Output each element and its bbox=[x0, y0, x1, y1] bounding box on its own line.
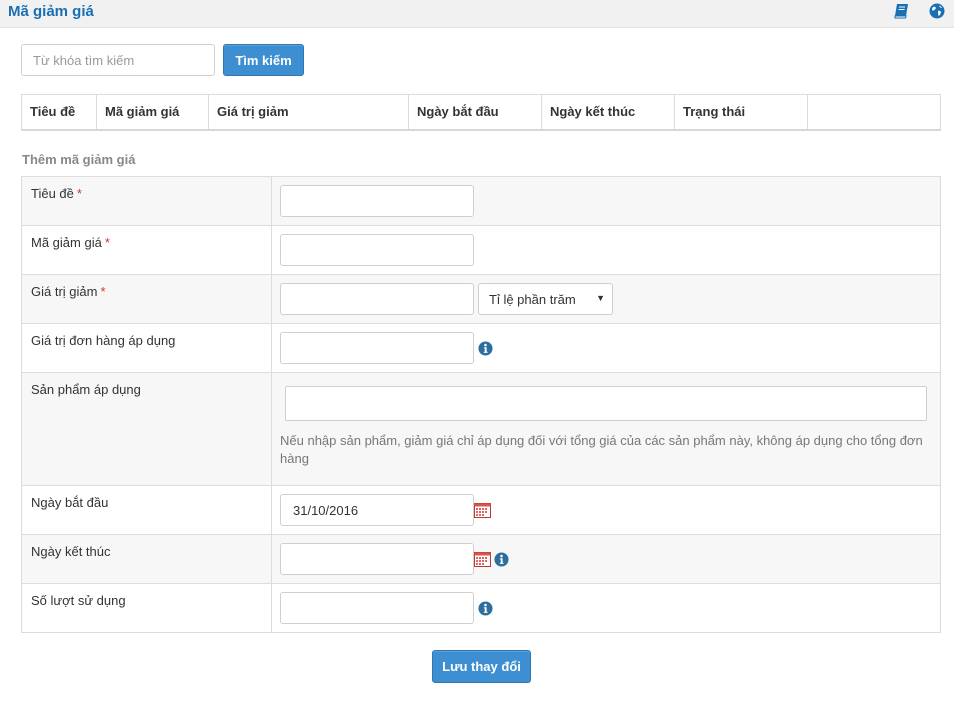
field-label: Số lượt sử dụng bbox=[21, 583, 272, 633]
column-header-title[interactable]: Tiêu đề bbox=[22, 95, 97, 129]
usage-count-input[interactable] bbox=[280, 592, 474, 624]
caret-down-icon: ▼ bbox=[596, 293, 605, 303]
form-row-end-date: Ngày kết thúc bbox=[21, 534, 941, 584]
required-mark: * bbox=[100, 284, 106, 299]
code-input[interactable] bbox=[280, 234, 474, 266]
column-header-code[interactable]: Mã giảm giá bbox=[97, 95, 209, 129]
page-header: Mã giảm giá bbox=[0, 0, 954, 28]
form-row-code: Mã giảm giá * bbox=[21, 225, 941, 275]
form-row-products: Sản phẩm áp dụng Nếu nhập sản phẩm, giảm… bbox=[21, 372, 941, 486]
field-label: Giá trị đơn hàng áp dụng bbox=[21, 323, 272, 373]
globe-icon[interactable] bbox=[928, 2, 946, 20]
discount-type-selected: Tỉ lệ phần trăm bbox=[489, 291, 576, 307]
info-icon[interactable] bbox=[478, 340, 493, 356]
field-label: Tiêu đề * bbox=[21, 176, 272, 226]
column-header-discount-value[interactable]: Giá trị giảm bbox=[209, 95, 409, 129]
field-label: Giá trị giảm * bbox=[21, 274, 272, 324]
form-row-title: Tiêu đề * bbox=[21, 176, 941, 226]
calendar-icon[interactable] bbox=[474, 551, 491, 567]
column-header-actions bbox=[808, 95, 940, 129]
order-value-input[interactable] bbox=[280, 332, 474, 364]
search-input[interactable] bbox=[21, 44, 215, 76]
form-row-discount-value: Giá trị giảm * Tỉ lệ phần trăm ▼ bbox=[21, 274, 941, 324]
calendar-icon[interactable] bbox=[474, 502, 491, 518]
column-header-end-date[interactable]: Ngày kết thúc bbox=[542, 95, 675, 129]
products-input[interactable] bbox=[285, 386, 927, 421]
column-header-status[interactable]: Trạng thái bbox=[675, 95, 808, 129]
required-mark: * bbox=[76, 186, 82, 201]
info-icon[interactable] bbox=[494, 551, 509, 567]
form-row-order-value: Giá trị đơn hàng áp dụng bbox=[21, 323, 941, 373]
search-button[interactable]: Tìm kiếm bbox=[223, 44, 304, 76]
required-mark: * bbox=[104, 235, 110, 250]
discount-value-input[interactable] bbox=[280, 283, 474, 315]
book-icon[interactable] bbox=[893, 2, 911, 20]
save-button[interactable]: Lưu thay đổi bbox=[432, 650, 531, 683]
title-input[interactable] bbox=[280, 185, 474, 217]
products-hint: Nếu nhập sản phẩm, giảm giá chỉ áp dụng … bbox=[280, 433, 923, 466]
discount-list-table: Tiêu đề Mã giảm giá Giá trị giảm Ngày bắ… bbox=[21, 94, 941, 131]
form-row-usage-count: Số lượt sử dụng bbox=[21, 583, 941, 633]
page-title: Mã giảm giá bbox=[8, 3, 94, 20]
field-label: Sản phẩm áp dụng bbox=[21, 372, 272, 486]
discount-type-select[interactable]: Tỉ lệ phần trăm ▼ bbox=[478, 283, 613, 315]
add-discount-form: Tiêu đề * Mã giảm giá * Giá trị giảm * Tỉ l… bbox=[21, 176, 941, 633]
form-row-start-date: Ngày bắt đầu bbox=[21, 485, 941, 535]
end-date-input[interactable] bbox=[280, 543, 474, 575]
section-title: Thêm mã giảm giá bbox=[22, 152, 136, 167]
info-icon[interactable] bbox=[478, 600, 493, 616]
field-label: Ngày kết thúc bbox=[21, 534, 272, 584]
column-header-start-date[interactable]: Ngày bắt đầu bbox=[409, 95, 542, 129]
field-label: Ngày bắt đầu bbox=[21, 485, 272, 535]
start-date-input[interactable] bbox=[280, 494, 474, 526]
field-label: Mã giảm giá * bbox=[21, 225, 272, 275]
